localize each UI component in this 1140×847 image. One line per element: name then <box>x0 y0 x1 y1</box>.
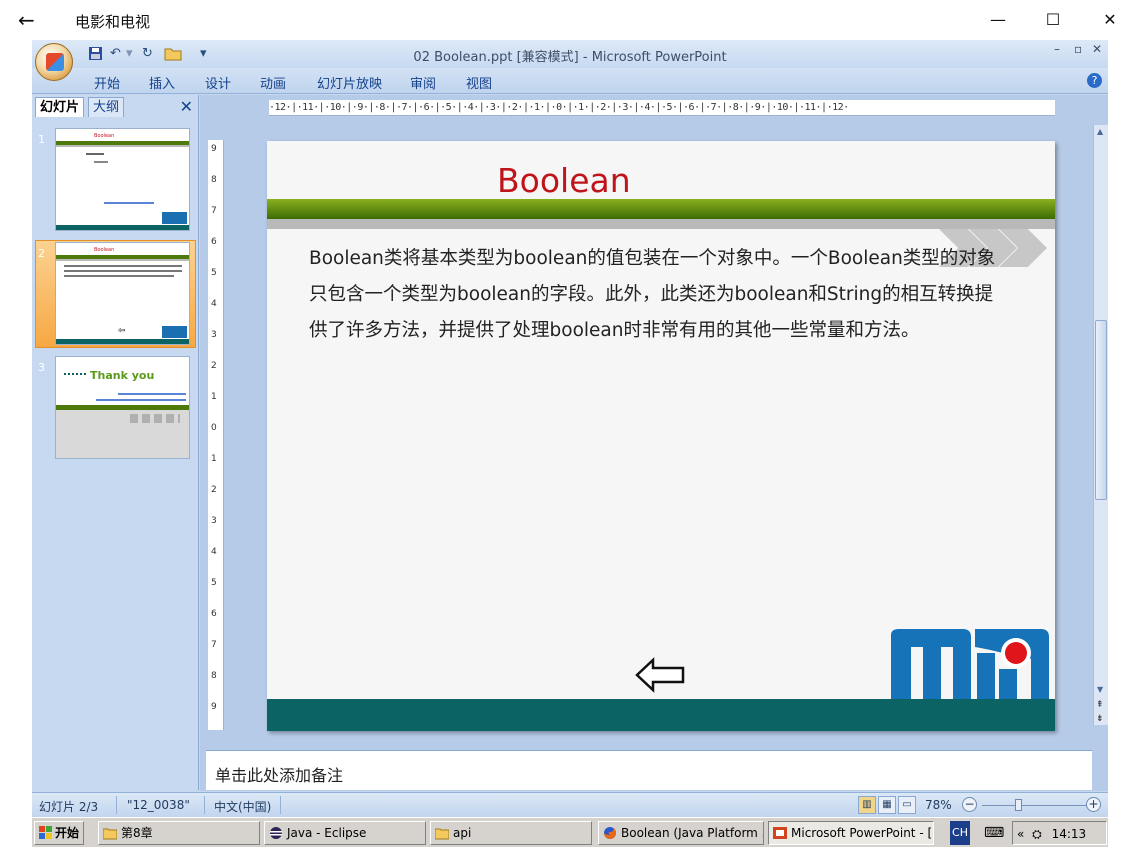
tab-view[interactable]: 视图 <box>466 73 492 92</box>
thumb-number: 1 <box>38 133 45 146</box>
folder-icon <box>435 828 449 840</box>
scroll-up-icon[interactable]: ▲ <box>1097 127 1103 136</box>
slide-position: 幻灯片 2/3 <box>39 800 99 814</box>
thumb-title: Boolean <box>94 133 115 139</box>
document-title: 02 Boolean.ppt [兼容模式] - Microsoft PowerP… <box>413 50 727 65</box>
thumb-back-arrow-icon: ⇦ <box>118 326 126 336</box>
firefox-icon <box>604 827 616 839</box>
tab-insert[interactable]: 插入 <box>149 73 175 92</box>
tab-slideshow[interactable]: 幻灯片放映 <box>317 73 382 92</box>
slide-header-stripe <box>267 219 1055 229</box>
network-icon[interactable]: ⛭ <box>1032 827 1042 841</box>
slide-thumb-1[interactable]: Boolean <box>55 128 190 231</box>
ribbon-tabs: 开始 插入 设计 动画 幻灯片放映 审阅 视图 ? <box>32 68 1108 94</box>
notes-pane[interactable]: 单击此处添加备注 <box>206 750 1092 790</box>
task-button[interactable]: 第8章 <box>98 821 260 845</box>
help-icon[interactable]: ? <box>1087 73 1102 88</box>
windows-logo-icon <box>39 826 52 839</box>
notes-placeholder: 单击此处添加备注 <box>215 766 344 785</box>
sorter-view-icon[interactable]: ▦ <box>878 796 896 814</box>
slide-title[interactable]: Boolean <box>497 161 631 200</box>
theme-name: "12_0038" <box>127 798 190 812</box>
outer-window-title: 电影和电视 <box>75 13 151 31</box>
company-logo-icon <box>891 629 1049 699</box>
panel-close-icon[interactable]: ✕ <box>180 97 193 116</box>
office-button-icon[interactable] <box>35 43 73 81</box>
clock[interactable]: 14:13 <box>1052 827 1087 841</box>
language-status[interactable]: 中文(中国) <box>214 798 271 815</box>
back-arrow-icon[interactable]: ← <box>18 8 46 32</box>
vertical-scrollbar[interactable]: ▲ ▼ ⇞ ⇟ <box>1093 125 1108 725</box>
close-button[interactable]: ✕ <box>1095 8 1125 32</box>
doc-restore-icon[interactable]: ▫ <box>1074 42 1082 56</box>
back-arrow-shape-icon[interactable] <box>635 657 685 693</box>
outer-titlebar: ← 电影和电视 — ☐ ✕ <box>0 0 1140 40</box>
slideshow-view-icon[interactable]: ▭ <box>898 796 916 814</box>
tab-animation[interactable]: 动画 <box>260 73 286 92</box>
thumb-title: Boolean <box>94 247 115 253</box>
slide-editor: ·12·|·11·|·10·|·9·|·8·|·7·|·6·|·5·|·4·|·… <box>200 95 1108 791</box>
tab-design[interactable]: 设计 <box>205 73 231 92</box>
slide-body-text[interactable]: Boolean类将基本类型为boolean的值包装在一个对象中。一个Boolea… <box>309 241 1009 349</box>
zoom-slider[interactable] <box>982 805 1087 806</box>
maximize-button[interactable]: ☐ <box>1038 8 1068 32</box>
tab-slides[interactable]: 幻灯片 <box>35 97 85 117</box>
task-button[interactable]: api <box>430 821 592 845</box>
next-slide-icon[interactable]: ⇟ <box>1096 715 1104 724</box>
ppt-titlebar: ↶ ▾ ↻ ▾ 02 Boolean.ppt [兼容模式] - Microsof… <box>32 40 1108 81</box>
thumb-number: 3 <box>38 361 45 374</box>
taskbar: 开始 第8章 Java - Eclipse api Boolean (Java … <box>32 817 1108 847</box>
task-button[interactable]: Java - Eclipse <box>264 821 426 845</box>
thumb-thank-you: Thank you <box>90 369 155 382</box>
doc-close-icon[interactable]: ✕ <box>1092 42 1102 56</box>
task-label: 第8章 <box>121 826 153 840</box>
slide-header-band <box>267 199 1055 219</box>
prev-slide-icon[interactable]: ⇞ <box>1096 701 1104 710</box>
keyboard-icon[interactable]: ⌨ <box>984 821 1004 845</box>
normal-view-icon[interactable]: ▥ <box>858 796 876 814</box>
current-slide[interactable]: Boolean Boolean类将基本类型为boolean的值包装在一个对象中。… <box>267 141 1055 731</box>
zoom-level[interactable]: 78% <box>925 798 952 812</box>
scroll-down-icon[interactable]: ▼ <box>1097 685 1103 694</box>
eclipse-icon <box>270 827 282 839</box>
zoom-out-icon[interactable]: − <box>962 797 977 812</box>
panel-tabs: 幻灯片 大纲 ✕ <box>32 95 199 117</box>
tab-review[interactable]: 审阅 <box>410 73 436 92</box>
tab-outline[interactable]: 大纲 <box>88 97 125 117</box>
zoom-in-icon[interactable]: + <box>1086 797 1101 812</box>
task-label: api <box>453 826 472 840</box>
task-label: Java - Eclipse <box>287 826 367 840</box>
minimize-button[interactable]: — <box>983 8 1013 32</box>
slides-panel: 幻灯片 大纲 ✕ 1 Boolean 2 Boolean ⇦ 3 Thank y… <box>32 95 199 790</box>
task-label: Microsoft PowerPoint - [... <box>791 826 934 840</box>
zoom-slider-knob[interactable] <box>1015 799 1022 811</box>
start-label: 开始 <box>55 826 80 840</box>
thumb-number: 2 <box>38 247 45 260</box>
powerpoint-icon <box>773 827 787 839</box>
powerpoint-window: ↶ ▾ ↻ ▾ 02 Boolean.ppt [兼容模式] - Microsof… <box>32 40 1108 817</box>
status-bar: 幻灯片 2/3 "12_0038" 中文(中国) ▥ ▦ ▭ 78% − + <box>32 792 1108 817</box>
scrollbar-thumb[interactable] <box>1095 320 1107 500</box>
system-tray: « ⛭ 14:13 <box>1012 821 1107 845</box>
start-button[interactable]: 开始 <box>34 821 84 845</box>
ime-indicator[interactable]: CH <box>950 821 970 845</box>
vertical-ruler: 9 8 7 6 5 4 3 2 1 0 1 2 3 4 5 6 7 8 9 <box>208 140 224 730</box>
slide-thumb-3[interactable]: Thank you <box>55 356 190 459</box>
horizontal-ruler: ·12·|·11·|·10·|·9·|·8·|·7·|·6·|·5·|·4·|·… <box>269 100 1055 116</box>
folder-icon <box>103 828 117 840</box>
task-button-active[interactable]: Microsoft PowerPoint - [... <box>768 821 934 845</box>
tab-home[interactable]: 开始 <box>94 73 120 92</box>
task-label: Boolean (Java Platform ... <box>621 826 764 840</box>
tray-expand-icon[interactable]: « <box>1017 827 1024 841</box>
slide-footer-band <box>267 699 1055 731</box>
slide-thumb-2[interactable]: Boolean ⇦ <box>55 242 190 345</box>
task-button[interactable]: Boolean (Java Platform ... <box>598 821 764 845</box>
doc-minimize-icon[interactable]: – <box>1054 42 1060 56</box>
